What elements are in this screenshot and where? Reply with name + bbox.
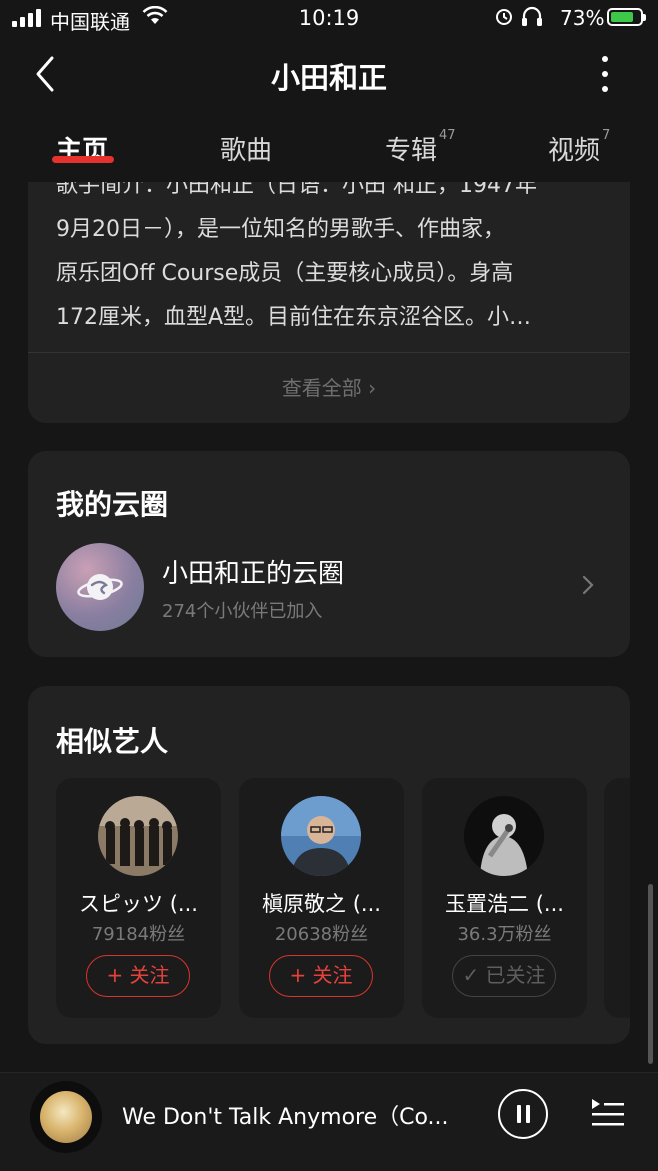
artist-name: 玉置浩二 (... [445,892,564,916]
artist-fans: 20638粉丝 [274,924,369,945]
planet-icon [77,574,123,600]
my-circle-card[interactable]: 我的云圈 小田和正的云圈 274个小伙伴已加入 [28,451,630,657]
active-tab-indicator [52,156,114,163]
tab-videos[interactable]: 视频7 [548,128,611,167]
followed-button[interactable]: ✓ 已关注 [452,955,556,997]
headphones-icon [494,6,554,33]
section-title: 相似艺人 [56,725,169,758]
divider [28,352,630,353]
page-title: 小田和正 [270,61,387,95]
see-all-link[interactable]: 查看全部 › [28,372,630,401]
mini-player[interactable]: We Don't Talk Anymore（Co... [0,1072,658,1171]
bio-card: 歌手简介：小田和正（日语：小田 和正，1947年 9月20日－），是一位知名的男… [28,150,630,423]
artist-name: 槇原敬之 (... [262,892,381,916]
scrollbar[interactable] [648,884,653,1064]
tab-songs[interactable]: 歌曲 [220,130,272,167]
album-count: 47 [439,128,456,144]
pause-icon [517,1105,521,1123]
artist-avatar [281,796,361,876]
artist-fans: 36.3万粉丝 [457,924,552,945]
follow-button[interactable]: + 关注 [86,955,190,997]
status-bar: 中国联通 10:19 73% [0,0,658,38]
artist-fans: 79184粉丝 [91,924,186,945]
pause-button[interactable] [498,1089,548,1139]
album-cover [40,1091,92,1143]
playlist-button[interactable] [590,1097,626,1129]
similar-artists-card: 相似艺人 スピッツ (... 79184粉丝 + 关注 槇原敬之 (... 20… [28,686,630,1044]
playlist-icon [592,1099,624,1126]
tab-albums[interactable]: 专辑47 [385,128,456,167]
circle-members: 274个小伙伴已加入 [162,601,323,622]
song-title: We Don't Talk Anymore（Co... [122,1105,449,1130]
battery-percent: 73% [560,6,605,30]
artist-card[interactable]: 玉置浩二 (... 36.3万粉丝 ✓ 已关注 [422,778,587,1018]
battery-icon [607,8,646,26]
video-count: 7 [602,128,611,144]
circle-name: 小田和正的云圈 [162,559,345,589]
artist-card-partial[interactable] [604,778,630,1018]
artist-name: スピッツ (... [79,892,198,916]
section-title: 我的云圈 [56,488,169,521]
artist-card[interactable]: スピッツ (... 79184粉丝 + 关注 [56,778,221,1018]
circle-avatar [56,543,144,631]
bio-line: 9月20日－），是一位知名的男歌手、作曲家， [56,217,505,242]
bio-line: 172厘米，血型A型。目前住在东京涩谷区。小… [56,305,532,330]
follow-button[interactable]: + 关注 [269,955,373,997]
chevron-right-icon [582,575,594,595]
album-disc[interactable] [30,1081,102,1153]
bio-line: 原乐团Off Course成员（主要核心成员）。身高 [56,261,514,286]
artist-card[interactable]: 槇原敬之 (... 20638粉丝 + 关注 [239,778,404,1018]
artist-avatar [98,796,178,876]
more-options-button[interactable] [590,52,620,96]
bio-text: 歌手简介：小田和正（日语：小田 和正，1947年 9月20日－），是一位知名的男… [56,164,611,340]
artist-avatar [464,796,544,876]
